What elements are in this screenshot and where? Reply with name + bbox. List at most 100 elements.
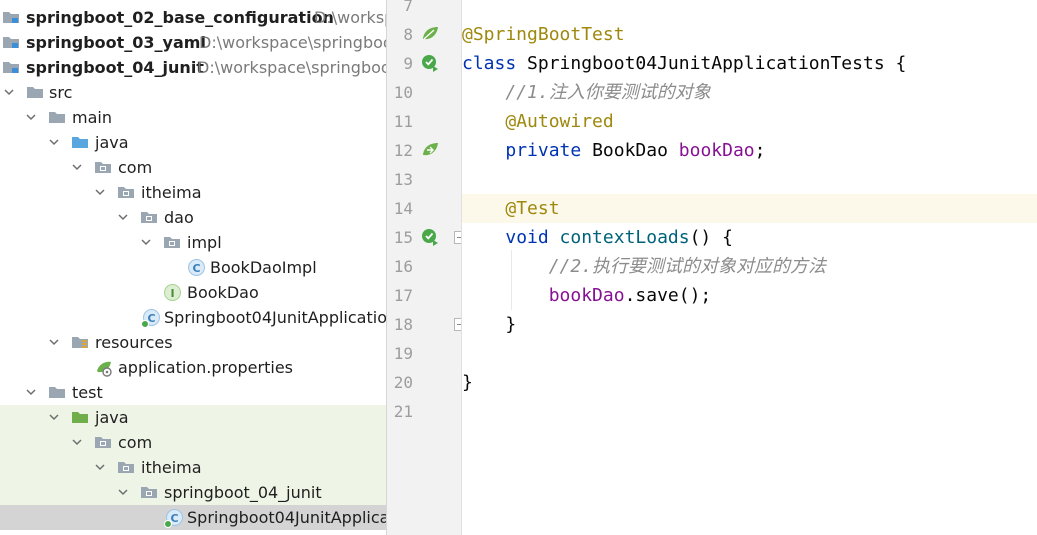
- package-icon: [94, 159, 112, 175]
- tree-row-application-properties[interactable]: application.properties: [0, 355, 386, 380]
- code-line[interactable]: //1.注入你要测试的对象: [462, 78, 1037, 107]
- package-icon: [94, 434, 112, 450]
- tree-label: BookDao: [187, 283, 259, 302]
- tree-row-bookdaoimpl[interactable]: C BookDaoImpl: [0, 255, 386, 280]
- tree-row-application-class[interactable]: C Springboot04JunitApplication: [0, 305, 386, 330]
- code-token: bookDao: [678, 140, 755, 161]
- package-icon: [140, 209, 158, 225]
- editor-gutter: 7 8 9 10 11 12 13 14 15 16 17 18 19 20 2…: [387, 0, 467, 535]
- line-number: 21: [393, 402, 413, 421]
- tree-label: Springboot04JunitApplication: [164, 308, 386, 327]
- code-line[interactable]: bookDao.save();: [462, 281, 1037, 310]
- chevron-down-icon[interactable]: [93, 185, 107, 199]
- tree-label: Springboot04JunitApplicat: [187, 508, 386, 527]
- chevron-down-icon[interactable]: [24, 110, 38, 124]
- chevron-down-icon[interactable]: [70, 435, 84, 449]
- code-token: () {: [689, 227, 733, 248]
- code-line[interactable]: }: [462, 368, 1037, 397]
- code-line[interactable]: //2.执行要测试的对象对应的方法: [462, 252, 1037, 281]
- spring-boot-class-icon: C: [141, 309, 160, 328]
- tree-row-com[interactable]: com: [0, 155, 386, 180]
- tree-label: main: [72, 108, 112, 127]
- code-line-current[interactable]: @Test: [462, 194, 1037, 223]
- chevron-down-icon[interactable]: [47, 135, 61, 149]
- code-token: //1.注入你要测试的对象: [505, 82, 711, 103]
- tree-row-springboot-03[interactable]: springboot_03_yaml D:\workspace\springbo…: [0, 30, 386, 55]
- chevron-down-icon[interactable]: [70, 160, 84, 174]
- tree-row-test[interactable]: test: [0, 380, 386, 405]
- spring-bean-icon[interactable]: [420, 24, 440, 44]
- chevron-down-icon[interactable]: [116, 485, 130, 499]
- chevron-down-icon[interactable]: [24, 385, 38, 399]
- tree-label: application.properties: [118, 358, 293, 377]
- code-token: @Autowired: [505, 111, 614, 132]
- project-tree: springboot_02_base_configuration D:\work…: [0, 0, 386, 535]
- line-number: 18: [393, 315, 413, 334]
- line-number: 10: [393, 83, 413, 102]
- code-line[interactable]: [462, 339, 1037, 368]
- run-test-class-icon[interactable]: [420, 53, 440, 73]
- chevron-down-icon[interactable]: [139, 235, 153, 249]
- line-number: 19: [393, 344, 413, 363]
- tree-row-java-source[interactable]: java: [0, 130, 386, 155]
- resources-folder-icon: [71, 334, 89, 350]
- line-number: 13: [393, 170, 413, 189]
- chevron-down-icon[interactable]: [116, 210, 130, 224]
- code-line[interactable]: [462, 0, 1037, 20]
- code-token: BookDao: [592, 140, 679, 161]
- code-line[interactable]: }: [462, 310, 1037, 339]
- tree-path: D:\workspace\springboo: [197, 58, 386, 77]
- test-source-folder-icon: [71, 409, 89, 425]
- code-line[interactable]: [462, 397, 1037, 426]
- chevron-down-icon[interactable]: [2, 85, 16, 99]
- tree-row-springboot-04[interactable]: springboot_04_junit D:\workspace\springb…: [0, 55, 386, 80]
- folder-icon: [48, 109, 66, 125]
- run-test-method-icon[interactable]: [420, 227, 440, 247]
- tree-label: springboot_02_base_configuration: [26, 8, 334, 27]
- tree-row-springboot-04-junit-package[interactable]: springboot_04_junit: [0, 480, 386, 505]
- test-class-icon: C: [164, 509, 183, 528]
- tree-row-main[interactable]: main: [0, 105, 386, 130]
- code-editor[interactable]: @SpringBootTest class Springboot04JunitA…: [462, 0, 1037, 535]
- tree-row-java-test[interactable]: java: [0, 405, 386, 430]
- tree-path: D:\worksp: [314, 8, 386, 27]
- tree-row-src[interactable]: src: [0, 80, 386, 105]
- tree-row-springboot-02[interactable]: springboot_02_base_configuration D:\work…: [0, 5, 386, 30]
- code-line[interactable]: @Autowired: [462, 107, 1037, 136]
- tree-label: java: [95, 408, 129, 427]
- line-number: 8: [403, 25, 413, 44]
- line-number: 9: [403, 54, 413, 73]
- code-line[interactable]: [462, 165, 1037, 194]
- package-icon: [117, 184, 135, 200]
- chevron-down-icon[interactable]: [47, 335, 61, 349]
- code-line[interactable]: void contextLoads() {: [462, 223, 1037, 252]
- tree-label: resources: [95, 333, 173, 352]
- tree-row-resources[interactable]: resources: [0, 330, 386, 355]
- tree-path: D:\workspace\springboo: [199, 33, 386, 52]
- tree-row-itheima-test[interactable]: itheima: [0, 455, 386, 480]
- tree-label: com: [118, 433, 153, 452]
- tree-row-test-class-selected[interactable]: C Springboot04JunitApplicat: [0, 505, 386, 530]
- chevron-down-icon[interactable]: [93, 460, 107, 474]
- navigate-autowired-icon[interactable]: [420, 140, 440, 160]
- tree-row-com-test[interactable]: com: [0, 430, 386, 455]
- code-token: void: [505, 227, 560, 248]
- line-number: 15: [393, 228, 413, 247]
- code-line[interactable]: class Springboot04JunitApplicationTests …: [462, 49, 1037, 78]
- line-number: 11: [393, 112, 413, 131]
- line-number: 16: [393, 257, 413, 276]
- line-number: 17: [393, 286, 413, 305]
- tree-row-dao[interactable]: dao: [0, 205, 386, 230]
- code-line[interactable]: private BookDao bookDao;: [462, 136, 1037, 165]
- package-icon: [163, 234, 181, 250]
- tree-row-itheima[interactable]: itheima: [0, 180, 386, 205]
- code-line[interactable]: @SpringBootTest: [462, 20, 1037, 49]
- tree-row-bookdao[interactable]: I BookDao: [0, 280, 386, 305]
- tree-row-impl[interactable]: impl: [0, 230, 386, 255]
- chevron-down-icon[interactable]: [47, 410, 61, 424]
- code-token: }: [462, 314, 517, 335]
- package-icon: [117, 459, 135, 475]
